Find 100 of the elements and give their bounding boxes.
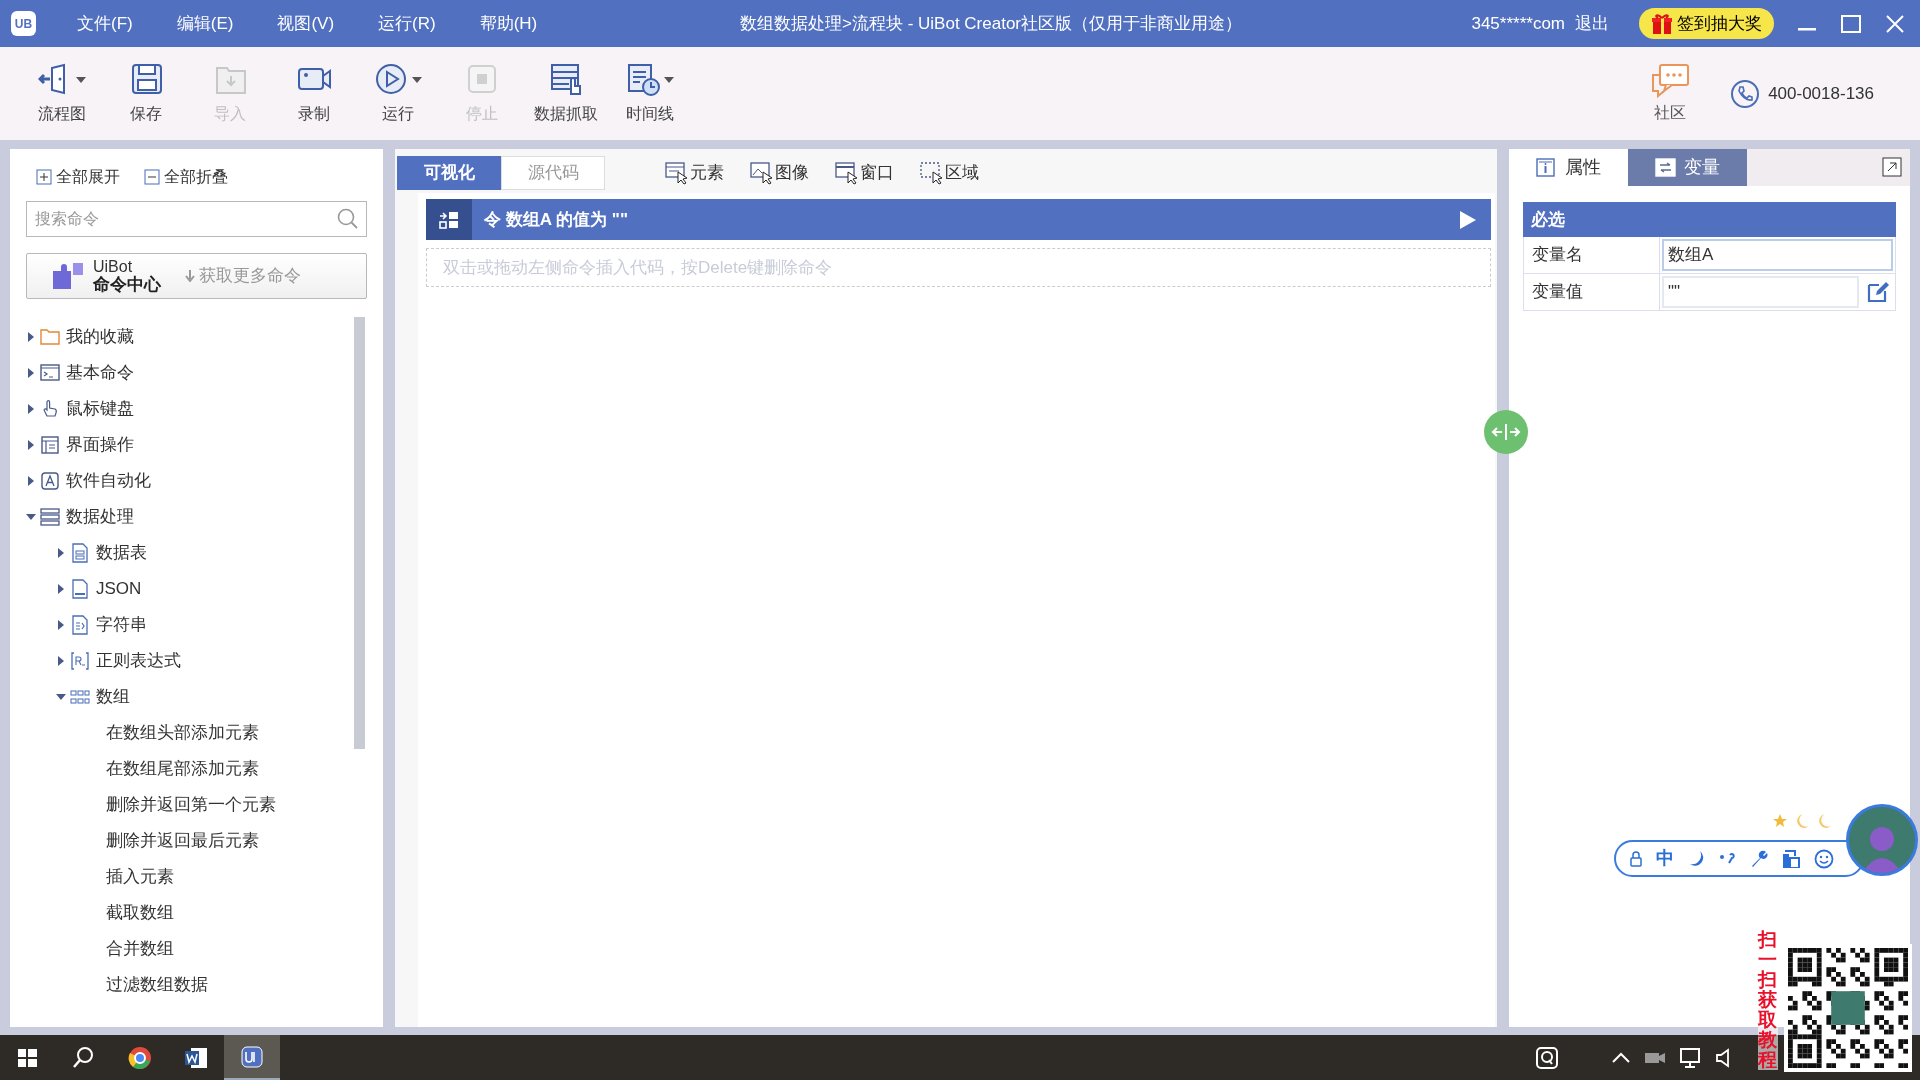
toolbar-button[interactable]: 流程图	[20, 61, 104, 126]
play-icon[interactable]	[1460, 210, 1476, 229]
command-icon	[438, 209, 460, 230]
command-center-button[interactable]: UiBot 命令中心 获取更多命令	[26, 253, 367, 299]
json-file-icon	[70, 579, 90, 599]
scrollbar-thumb[interactable]	[354, 317, 365, 749]
swap-arrows-icon	[1655, 158, 1676, 177]
sign-in-button[interactable]: 签到抽大奖	[1639, 8, 1774, 39]
window-title: 数组数据处理>流程块 - UiBot Creator社区版（仅用于非商业用途）	[740, 12, 1242, 35]
collapsed-caret-icon[interactable]	[56, 620, 66, 630]
field-value[interactable]: 数组A	[1662, 239, 1893, 271]
app-square-icon	[239, 1043, 265, 1070]
collapsed-caret-icon[interactable]	[56, 584, 66, 594]
popout-icon[interactable]	[1882, 157, 1902, 177]
punctuation-icon[interactable]	[1718, 851, 1736, 866]
collapsed-caret-icon[interactable]	[26, 476, 36, 486]
editor-tab[interactable]: 可视化	[397, 156, 501, 190]
edit-icon[interactable]	[1865, 279, 1891, 305]
tree-item[interactable]: 正则表达式	[26, 643, 367, 679]
menu-item[interactable]: 编辑(E)	[176, 10, 234, 37]
search-field[interactable]: 搜索命令	[26, 201, 367, 237]
toolbar-button[interactable]: 运行	[356, 61, 440, 126]
tree-item[interactable]: 我的收藏	[26, 319, 367, 355]
panel-tab[interactable]: 属性	[1509, 149, 1628, 186]
collapsed-caret-icon[interactable]	[26, 368, 36, 378]
command-block[interactable]: 令 数组A 的值为 ""	[426, 199, 1491, 240]
chat-bubbles-icon	[1650, 62, 1691, 99]
minus-box-icon	[144, 169, 160, 185]
collapse-all-button[interactable]: 全部折叠	[144, 165, 228, 189]
window-cursor-icon	[665, 161, 688, 185]
tree-item[interactable]: 在数组头部添加元素	[26, 715, 367, 751]
tree-item[interactable]: JSON	[26, 571, 367, 607]
magnifier-app-icon[interactable]	[1536, 1046, 1558, 1069]
capture-tool-button[interactable]: 窗口	[835, 160, 894, 186]
expanded-caret-icon[interactable]	[26, 512, 36, 522]
tree-item[interactable]: 数组	[26, 679, 367, 715]
window-list-icon	[40, 435, 60, 455]
toolbar-button[interactable]: 数据抓取	[524, 61, 608, 126]
tree-item[interactable]: 插入元素	[26, 859, 367, 895]
tree-item[interactable]: 界面操作	[26, 427, 367, 463]
tree-item[interactable]: 删除并返回第一个元素	[26, 787, 367, 823]
letter-a-icon	[40, 471, 60, 491]
tree-item[interactable]: 删除并返回最后元素	[26, 823, 367, 859]
phone-number: 400-0018-136	[1768, 82, 1874, 105]
menu-item[interactable]: 视图(V)	[277, 10, 335, 37]
logout-link[interactable]: 退出	[1575, 10, 1609, 37]
tree-item[interactable]: 字符串	[26, 607, 367, 643]
community-button[interactable]: 社区	[1650, 62, 1691, 125]
tree-item[interactable]: 数据处理	[26, 499, 367, 535]
collapsed-caret-icon[interactable]	[56, 548, 66, 558]
chevron-up-icon[interactable]	[1612, 1051, 1630, 1064]
collapsed-caret-icon[interactable]	[26, 332, 36, 342]
tree-item[interactable]: 截取数组	[26, 895, 367, 931]
speaker-icon[interactable]	[1716, 1047, 1730, 1068]
smiley-icon[interactable]	[1814, 848, 1834, 869]
lock-icon[interactable]	[1630, 850, 1642, 867]
account-name: 345*****com	[1471, 12, 1565, 35]
promo-caption: 扫一扫获取教程	[1758, 930, 1778, 1070]
maximize-icon[interactable]	[1840, 12, 1862, 35]
toolbar-button[interactable]: 录制	[272, 61, 356, 126]
collapsed-caret-icon[interactable]	[26, 404, 36, 414]
menu-item[interactable]: 运行(R)	[378, 10, 436, 37]
toolbar-button[interactable]: 保存	[104, 61, 188, 126]
tree-item[interactable]: 合并数组	[26, 931, 367, 967]
collapsed-caret-icon[interactable]	[26, 440, 36, 450]
tree-item[interactable]: 过滤数组数据	[26, 967, 367, 1003]
toolbar-button[interactable]: 时间线	[608, 61, 692, 126]
panel-tab[interactable]: 变量	[1628, 149, 1747, 186]
menu-item[interactable]: 帮助(H)	[479, 10, 538, 37]
tree-item[interactable]: 数据表	[26, 535, 367, 571]
plus-box-icon	[36, 169, 52, 185]
play-circle-icon	[374, 62, 409, 97]
close-icon[interactable]	[1884, 12, 1906, 35]
info-icon	[1536, 158, 1557, 177]
collapsed-caret-icon[interactable]	[56, 656, 66, 666]
tree-item[interactable]: 在数组尾部添加元素	[26, 751, 367, 787]
capture-tool-button[interactable]: 区域	[920, 160, 979, 186]
capture-tool-button[interactable]: 图像	[750, 160, 809, 186]
menu-item[interactable]: 文件(F)	[77, 10, 133, 37]
ime-mode-button[interactable]: 中	[1656, 845, 1674, 872]
tree-item[interactable]: 鼠标键盘	[26, 391, 367, 427]
wrench-icon[interactable]	[1750, 849, 1768, 868]
tree-item[interactable]: 软件自动化	[26, 463, 367, 499]
section-header: 必选	[1523, 202, 1896, 237]
text-file-icon	[70, 615, 90, 635]
expand-all-button[interactable]: 全部展开	[36, 165, 120, 189]
field-label: 变量名	[1524, 237, 1660, 273]
command-text: 令 数组A 的值为 ""	[484, 208, 628, 231]
phone-icon	[1730, 78, 1761, 109]
folder-icon	[40, 327, 60, 347]
expanded-caret-icon[interactable]	[56, 692, 66, 702]
split-arrows-icon	[1491, 422, 1521, 442]
search-icon[interactable]	[337, 208, 359, 230]
network-icon[interactable]	[1680, 1047, 1702, 1068]
stacked-bars-icon	[40, 507, 60, 527]
document-icon	[70, 543, 90, 563]
download-arrow-icon	[185, 270, 195, 282]
capture-tool-button[interactable]: 元素	[665, 160, 724, 186]
tree-item[interactable]: 基本命令	[26, 355, 367, 391]
field-value[interactable]: ""	[1662, 276, 1859, 308]
